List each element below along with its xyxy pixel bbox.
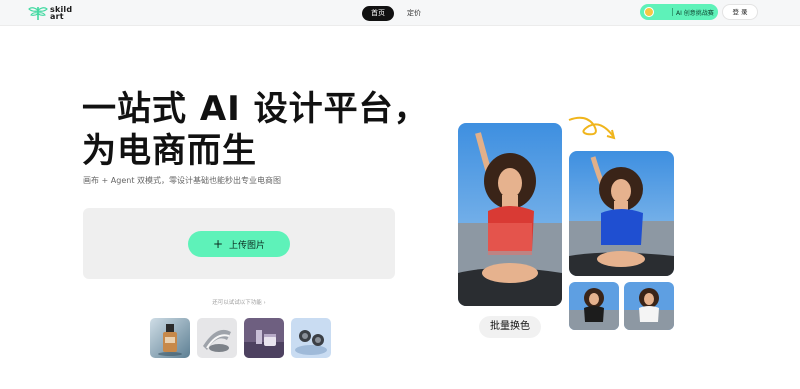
dragonfly-logo-icon xyxy=(28,7,48,20)
tab-pricing[interactable]: 定价 xyxy=(398,6,430,21)
showcase-main-photo xyxy=(458,123,562,306)
promo-divider xyxy=(672,8,673,16)
nav-tabs: 首页 定价 xyxy=(362,4,430,22)
login-button[interactable]: 登 录 xyxy=(722,4,758,20)
showcase-thumb-white xyxy=(624,282,674,330)
logo-text: skild art xyxy=(50,6,72,21)
hero-title-line2: 为电商而生 xyxy=(82,131,257,171)
tab-home[interactable]: 首页 xyxy=(362,5,394,21)
try-features-link[interactable]: 还可以试试以下功能 › xyxy=(200,298,278,306)
metal-product-sample[interactable] xyxy=(197,318,237,358)
upload-button-label: 上传图片 xyxy=(229,240,266,251)
woman-white-top-image xyxy=(624,282,674,330)
serum-bottle-sample[interactable] xyxy=(150,318,190,358)
batch-recolor-label: 批量换色 xyxy=(479,316,541,338)
sample-thumbnails xyxy=(150,318,331,358)
cosmetic-jar-image xyxy=(244,318,284,358)
plus-icon: + xyxy=(212,237,224,251)
promo-avatar-icon xyxy=(644,7,654,17)
hero-title-line1: 一站式 AI 设计平台， xyxy=(82,89,429,129)
curved-arrow-icon xyxy=(568,116,616,140)
earbuds-sample[interactable] xyxy=(291,318,331,358)
hero-subtitle: 画布 + Agent 双模式，零设计基础也能秒出专业电商图 xyxy=(83,176,282,185)
ai-challenge-promo-button[interactable]: AI 创意挑战赛 xyxy=(640,4,718,20)
upload-image-button[interactable]: + 上传图片 xyxy=(188,231,290,257)
promo-label: AI 创意挑战赛 xyxy=(676,9,714,17)
earbuds-image xyxy=(291,318,331,358)
woman-black-top-image xyxy=(569,282,619,330)
woman-red-top-image xyxy=(458,123,562,306)
metal-product-image xyxy=(197,318,237,358)
cosmetic-jar-sample[interactable] xyxy=(244,318,284,358)
woman-blue-top-image xyxy=(569,151,674,276)
serum-bottle-image xyxy=(150,318,190,358)
logo-text-line2: art xyxy=(50,12,64,21)
showcase-result-photo xyxy=(569,151,674,276)
showcase-thumb-black xyxy=(569,282,619,330)
logo[interactable]: skild art xyxy=(28,4,78,22)
hero-title: 一站式 AI 设计平台， 为电商而生 xyxy=(82,88,462,172)
top-navigation-bar: skild art 首页 定价 AI 创意挑战赛 登 录 xyxy=(0,0,800,26)
